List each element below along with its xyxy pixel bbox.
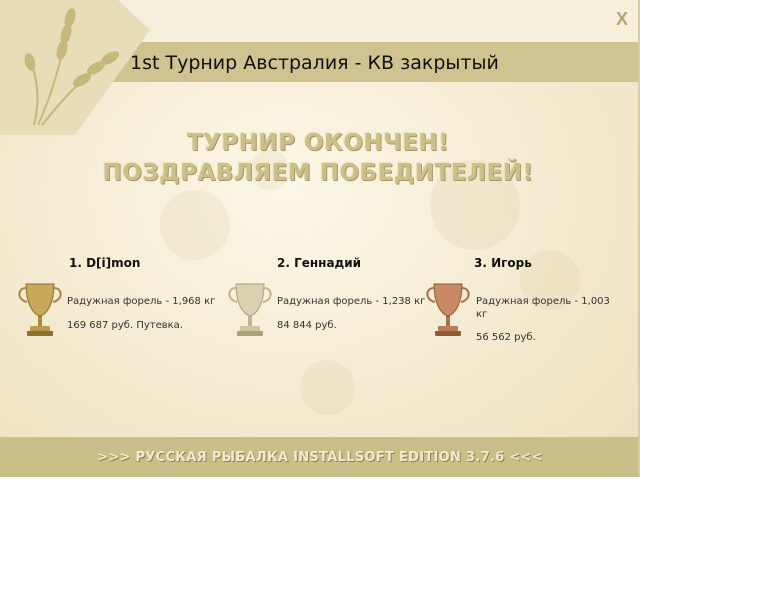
close-button[interactable]: X — [612, 9, 632, 29]
bronze-cup-icon — [426, 283, 470, 336]
window-right-border — [638, 0, 640, 477]
winner-name-second: 2. Геннадий — [277, 256, 362, 270]
winner-name-first: 1. D[i]mon — [69, 256, 141, 270]
winner-prize-first: 169 687 руб. Путевка. — [67, 320, 183, 331]
wheat-emblem-icon — [0, 0, 150, 135]
winner-catch-third: Радужная форель - 1,003 кг — [476, 296, 610, 320]
background-stain — [300, 360, 355, 415]
gold-cup-icon — [18, 283, 62, 336]
tournament-results-window: 1st Турнир Австралия - КВ закрытый X ТУР… — [0, 0, 640, 477]
winner-catch-second: Радужная форель - 1,238 кг — [277, 296, 426, 307]
headline-tournament-finished: ТУРНИР ОКОНЧЕН! — [186, 130, 450, 156]
winner-prize-second: 84 844 руб. — [277, 320, 337, 331]
silver-cup-icon — [228, 283, 272, 336]
background-stain — [160, 190, 230, 260]
winner-catch-first: Радужная форель - 1,968 кг — [67, 296, 216, 307]
headline-congratulations: ПОЗДРАВЛЯЕМ ПОБЕДИТЕЛЕЙ! — [102, 160, 534, 186]
winner-name-third: 3. Игорь — [474, 256, 532, 270]
footer-version-text: >>> РУССКАЯ РЫБАЛКА INSTALLSOFT EDITION … — [97, 450, 543, 465]
window-title: 1st Турнир Австралия - КВ закрытый — [130, 52, 499, 74]
winner-prize-third: 56 562 руб. — [476, 332, 536, 343]
